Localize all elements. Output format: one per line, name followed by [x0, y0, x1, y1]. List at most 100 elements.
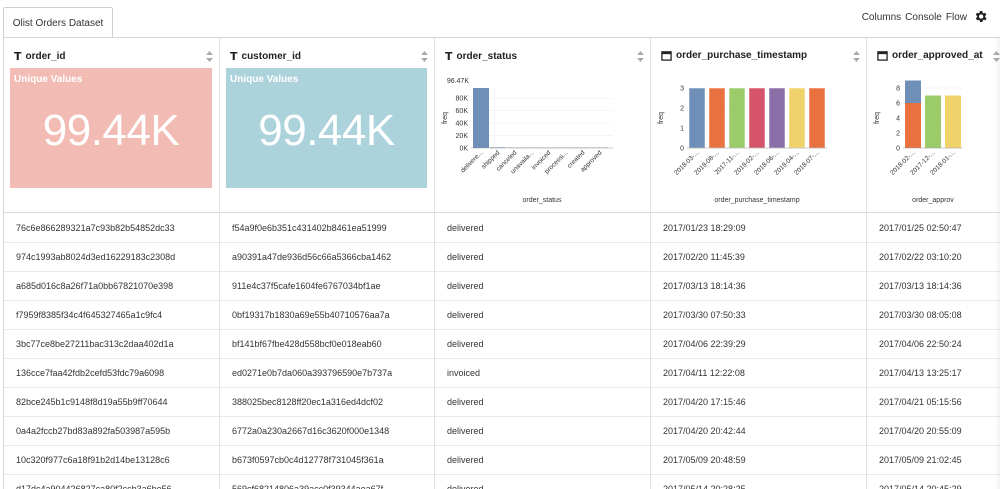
cell-order_approved_at[interactable]: 2017/04/20 20:55:09 [879, 426, 962, 436]
cell-order_id[interactable]: 974c1993ab8024d3ed16229183c2308d [16, 252, 175, 262]
column-title[interactable]: Torder_status [445, 50, 517, 63]
cell-customer_id[interactable]: bf141bf67fbe428d558bcf0e018eab60 [232, 339, 382, 349]
cell-order_approved_at[interactable]: 2017/03/13 18:14:36 [879, 281, 962, 291]
gear-icon[interactable] [973, 9, 988, 24]
cell-order_id[interactable]: 76c6e866289321a7c93b82b54852dc33 [16, 223, 175, 233]
column-name: order_id [25, 51, 66, 62]
cell-order_status[interactable]: invoiced [447, 368, 480, 378]
cell-customer_id[interactable]: a90391a47de936d56c66a5366cba1462 [232, 252, 391, 262]
cell-order_status[interactable]: delivered [447, 426, 484, 436]
cell-order_status[interactable]: delivered [447, 455, 484, 465]
cell-customer_id[interactable]: 911e4c37f5cafe1604fe6767034bf1ae [232, 281, 380, 291]
cell-order_approved_at[interactable]: 2017/04/21 05:15:56 [879, 397, 962, 407]
tab-olist-orders-dataset[interactable]: Olist Orders Dataset [3, 7, 113, 38]
column-header-order_approved_at: order_approved_at freq 8 6 4 2 0 2018-02-... 201… [867, 38, 1000, 213]
histogram-chart[interactable]: freq96.47K80K60K40K20K0Kdelivere...shipp… [439, 76, 645, 211]
cell-order_id[interactable]: d17dc4a904426827ca80f2ccb3a6be56 [16, 484, 172, 489]
columns-link[interactable]: Columns [862, 12, 901, 23]
table-row: 2017/04/20 17:15:46 [651, 388, 866, 417]
cell-customer_id[interactable]: 388025bec8128ff20ec1a316ed4dcf02 [232, 397, 383, 407]
cell-order_purchase_timestamp[interactable]: 2017/04/06 22:39:29 [663, 339, 746, 349]
cell-order_purchase_timestamp[interactable]: 2017/03/13 18:14:36 [663, 281, 746, 291]
cell-order_status[interactable]: delivered [447, 484, 484, 489]
cell-order_id[interactable]: a685d016c8a26f71a0bb67821070e398 [16, 281, 173, 291]
cell-order_id[interactable]: 10c320f977c6a18f91b2d14be13128c6 [16, 455, 170, 465]
histogram-chart[interactable]: freq32102018-03-...2018-08-...2017-11-..… [655, 76, 861, 211]
bar [728, 87, 746, 149]
console-link[interactable]: Console [905, 12, 942, 23]
sort-icon[interactable] [206, 51, 213, 62]
table-row: a685d016c8a26f71a0bb67821070e398 [4, 272, 219, 301]
bar [905, 103, 921, 148]
column-name: order_status [456, 51, 518, 62]
sort-icon[interactable] [637, 51, 644, 62]
column-header-order_status: Torder_status freq 96.47K 80K 60K 40K 20K 0K del… [435, 38, 650, 213]
table-row: delivered [435, 243, 650, 272]
table-row: 2017/03/30 07:50:33 [651, 301, 866, 330]
cell-order_approved_at[interactable]: 2017/05/09 21:02:45 [879, 455, 962, 465]
unique-values-card: Unique Values 99.44K [226, 68, 427, 188]
cell-order_id[interactable]: 3bc77ce8be27211bac313c2daa402d1a [16, 339, 173, 349]
table-row: 974c1993ab8024d3ed16229183c2308d [4, 243, 219, 272]
cell-order_approved_at[interactable]: 2017/04/06 22:50:24 [879, 339, 962, 349]
toolbar-links: Columns Console Flow [862, 11, 988, 24]
cell-customer_id[interactable]: 0bf19317b1830a69e55b40710576aa7a [232, 310, 390, 320]
sort-icon[interactable] [421, 51, 428, 62]
cell-customer_id[interactable]: f54a9f0e6b351c431402b8461ea51999 [232, 223, 387, 233]
cell-order_id[interactable]: f7959f8385f34c4f645327465a1c9fc4 [16, 310, 162, 320]
data-grid: Torder_id Unique Values 99.44K 76c6e8662893… [3, 37, 1000, 489]
histogram-chart[interactable]: freq864202018-02-...2017-12-...2018-01-.… [871, 76, 1000, 211]
cell-order_status[interactable]: delivered [447, 397, 484, 407]
sort-icon[interactable] [853, 51, 860, 62]
y-tick-label: 60K [456, 108, 469, 115]
cell-order_status[interactable]: delivered [447, 310, 484, 320]
table-row: f7959f8385f34c4f645327465a1c9fc4 [4, 301, 219, 330]
cell-order_status[interactable]: delivered [447, 339, 484, 349]
column-title[interactable]: order_approved_at [877, 50, 983, 61]
column-title[interactable]: order_purchase_timestamp [661, 50, 807, 61]
cell-order_approved_at[interactable]: 2017/04/13 13:25:17 [879, 368, 962, 378]
cell-order_purchase_timestamp[interactable]: 2017/02/20 11:45:39 [663, 252, 745, 262]
column-title[interactable]: Tcustomer_id [230, 50, 301, 63]
cell-order_id[interactable]: 136cce7faa42fdb2cefd53fdc79a6098 [16, 368, 164, 378]
table-row: 2017/03/30 08:05:08 [867, 301, 1000, 330]
cell-order_status[interactable]: delivered [447, 223, 484, 233]
cell-order_status[interactable]: delivered [447, 252, 484, 262]
cell-order_approved_at[interactable]: 2017/03/30 08:05:08 [879, 310, 962, 320]
calendar-icon [877, 51, 888, 61]
bar [768, 87, 786, 149]
cell-customer_id[interactable]: 6772a0a230a2667d16c3620f000e1348 [232, 426, 389, 436]
bar [748, 87, 766, 149]
table-row: delivered [435, 417, 650, 446]
cell-customer_id[interactable]: ed0271e0b7da060a393796590e7b737a [232, 368, 392, 378]
cell-order_purchase_timestamp[interactable]: 2017/03/30 07:50:33 [663, 310, 746, 320]
cell-order_purchase_timestamp[interactable]: 2017/05/14 20:28:25 [663, 484, 746, 489]
cell-order_purchase_timestamp[interactable]: 2017/04/11 12:22:08 [663, 368, 745, 378]
table-row: 2017/03/13 18:14:36 [867, 272, 1000, 301]
x-axis-label: order_purchase_timestamp [714, 197, 799, 204]
table-row: 2017/05/09 20:48:59 [651, 446, 866, 475]
cell-order_purchase_timestamp[interactable]: 2017/05/09 20:48:59 [663, 455, 746, 465]
table-row: 2017/03/13 18:14:36 [651, 272, 866, 301]
cell-customer_id[interactable]: 569cf68214806a39acc0f39344aea67f [232, 484, 383, 489]
cell-order_approved_at[interactable]: 2017/05/14 20:45:29 [879, 484, 962, 489]
y-tick-label: 0 [680, 146, 684, 153]
text-type-icon: T [14, 50, 22, 63]
cell-order_id[interactable]: 82bce245b1c9148f8d19a55b9ff70644 [16, 397, 167, 407]
cell-order_purchase_timestamp[interactable]: 2017/04/20 17:15:46 [663, 397, 746, 407]
table-row: 2017/05/09 21:02:45 [867, 446, 1000, 475]
cell-order_approved_at[interactable]: 2017/02/22 03:10:20 [879, 252, 962, 262]
cell-order_id[interactable]: 0a4a2fccb27bd83a892fa503987a595b [16, 426, 170, 436]
top-bar: Olist Orders Dataset Columns Console Flo… [0, 0, 1000, 38]
cell-order_purchase_timestamp[interactable]: 2017/04/20 20:42:44 [663, 426, 746, 436]
column-title[interactable]: Torder_id [14, 50, 66, 63]
column-header-order_id: Torder_id Unique Values 99.44K [4, 38, 219, 213]
cell-customer_id[interactable]: b673f0597cb0c4d12778f731045f361a [232, 455, 384, 465]
flow-link[interactable]: Flow [946, 12, 967, 23]
cell-order_status[interactable]: delivered [447, 281, 484, 291]
table-row: 2017/02/22 03:10:20 [867, 243, 1000, 272]
cell-order_purchase_timestamp[interactable]: 2017/01/23 18:29:09 [663, 223, 746, 233]
cell-order_approved_at[interactable]: 2017/01/25 02:50:47 [879, 223, 962, 233]
bar [808, 87, 826, 149]
unique-values-card: Unique Values 99.44K [10, 68, 212, 188]
